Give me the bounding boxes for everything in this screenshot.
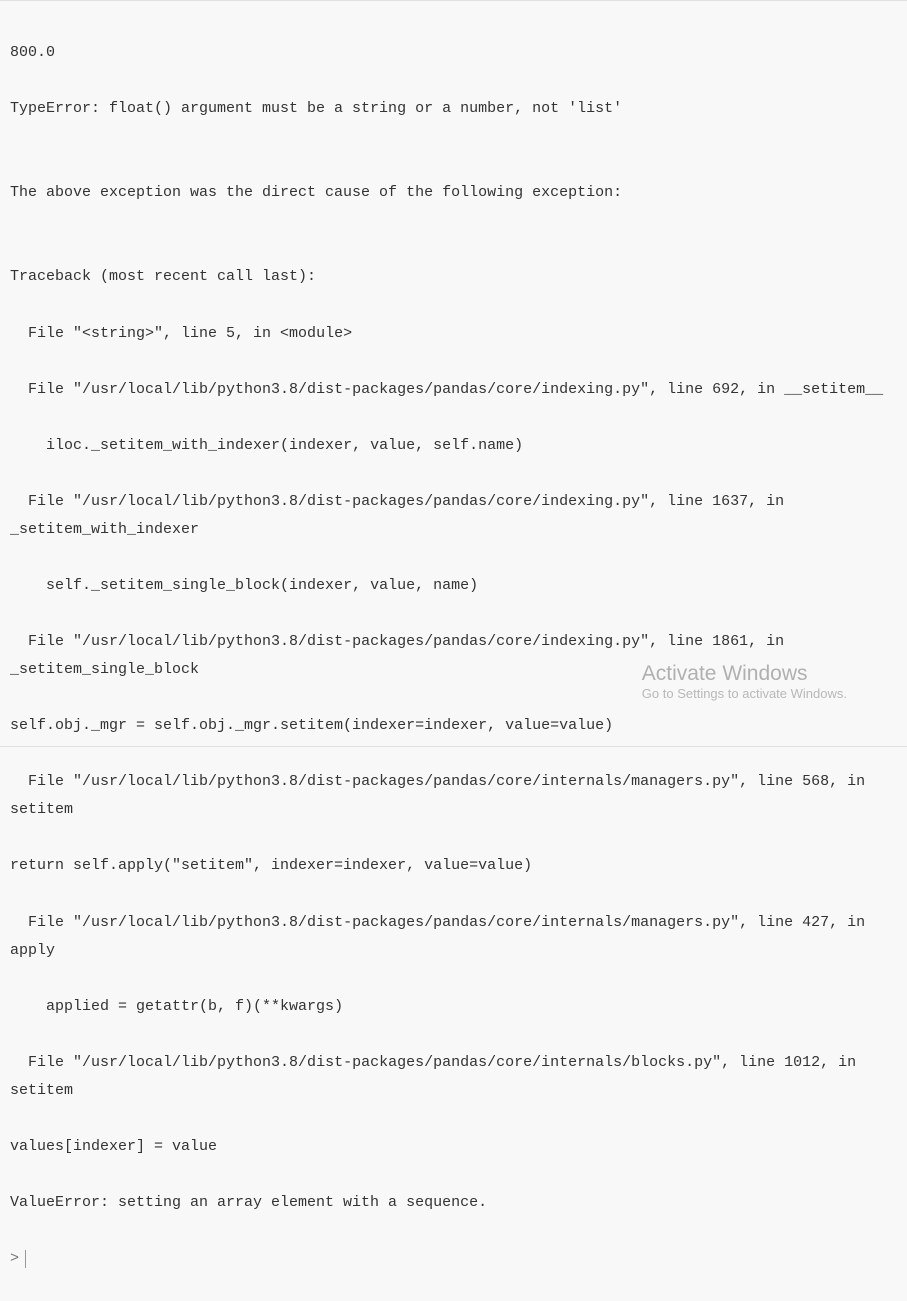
output-line: self.obj._mgr = self.obj._mgr.setitem(in… bbox=[10, 712, 897, 740]
output-line: File "/usr/local/lib/python3.8/dist-pack… bbox=[10, 909, 897, 965]
output-line: Traceback (most recent call last): bbox=[10, 263, 897, 291]
output-line: File "/usr/local/lib/python3.8/dist-pack… bbox=[10, 768, 897, 824]
prompt-row[interactable]: > bbox=[10, 1245, 897, 1273]
output-line: self._setitem_single_block(indexer, valu… bbox=[10, 572, 897, 600]
output-line: The above exception was the direct cause… bbox=[10, 179, 897, 207]
output-line: File "/usr/local/lib/python3.8/dist-pack… bbox=[10, 488, 897, 544]
prompt-symbol: > bbox=[10, 1245, 19, 1273]
output-line: 800.0 bbox=[10, 39, 897, 67]
output-line: applied = getattr(b, f)(**kwargs) bbox=[10, 993, 897, 1021]
output-line: File "/usr/local/lib/python3.8/dist-pack… bbox=[10, 376, 897, 404]
cursor bbox=[25, 1250, 26, 1268]
output-line: ValueError: setting an array element wit… bbox=[10, 1189, 897, 1217]
output-line: File "/usr/local/lib/python3.8/dist-pack… bbox=[10, 1049, 897, 1105]
output-line: File "/usr/local/lib/python3.8/dist-pack… bbox=[10, 628, 897, 684]
output-line: return self.apply("setitem", indexer=ind… bbox=[10, 852, 897, 880]
output-line: values[indexer] = value bbox=[10, 1133, 897, 1161]
output-line: TypeError: float() argument must be a st… bbox=[10, 95, 897, 123]
output-line: iloc._setitem_with_indexer(indexer, valu… bbox=[10, 432, 897, 460]
output-line: File "<string>", line 5, in <module> bbox=[10, 320, 897, 348]
terminal-output: 800.0 TypeError: float() argument must b… bbox=[0, 1, 907, 1301]
